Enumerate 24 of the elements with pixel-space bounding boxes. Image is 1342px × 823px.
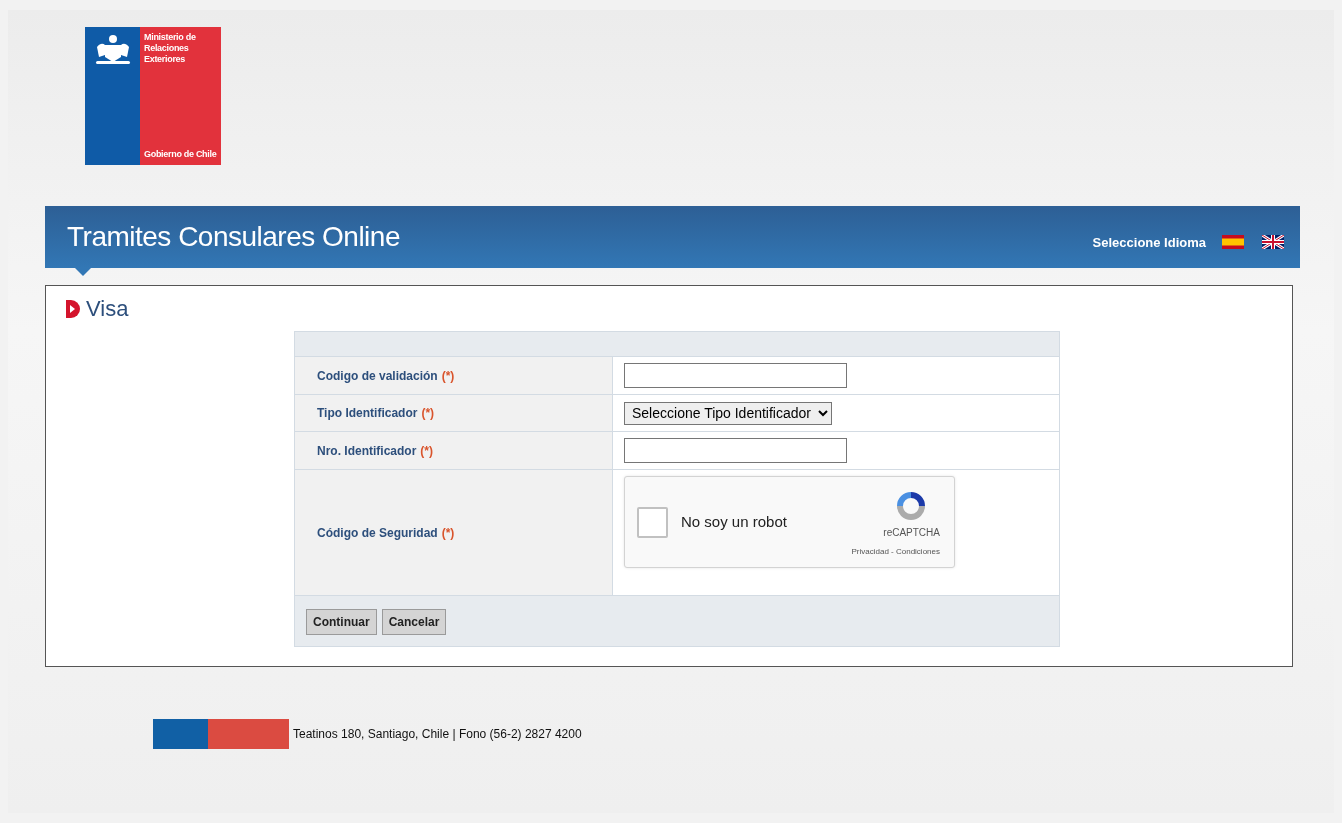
footer-address: Teatinos 180, Santiago, Chile | Fono (56-2) 2827 4200: [293, 726, 582, 743]
language-label: Seleccione Idioma: [1092, 234, 1206, 253]
section-title: Visa: [86, 295, 129, 323]
field-label: Tipo Identificador (*): [295, 395, 613, 431]
ministry-name: Ministerio de Relaciones Exteriores: [144, 32, 197, 65]
captcha-brand: reCAPTCHA: [883, 526, 940, 540]
form-button[interactable]: Cancelar: [381, 609, 447, 635]
text-input-field[interactable]: [624, 363, 847, 388]
captcha-label: No soy un robot: [681, 511, 787, 532]
field-label: Código de Seguridad (*): [295, 470, 613, 595]
uk-flag-icon[interactable]: [1262, 235, 1284, 249]
form-button[interactable]: Continuar: [306, 609, 377, 635]
captcha-checkbox[interactable]: [637, 506, 668, 538]
dropdown-field[interactable]: Seleccione Tipo Identificador: [624, 401, 832, 425]
field-label: Codigo de validación (*): [295, 357, 613, 394]
spain-flag-icon[interactable]: [1222, 235, 1244, 249]
government-name: Gobierno de Chile: [144, 149, 217, 160]
section-bullet-icon: [66, 299, 80, 318]
field-label: Nro. Identificador (*): [295, 432, 613, 469]
privacy-terms-link[interactable]: Privacidad - Condiciones: [851, 546, 940, 558]
header-pointer-icon: [75, 268, 91, 276]
site-title: Tramites Consulares Online: [67, 220, 400, 254]
text-input-field[interactable]: [624, 438, 847, 463]
recaptcha-icon: [894, 489, 928, 523]
